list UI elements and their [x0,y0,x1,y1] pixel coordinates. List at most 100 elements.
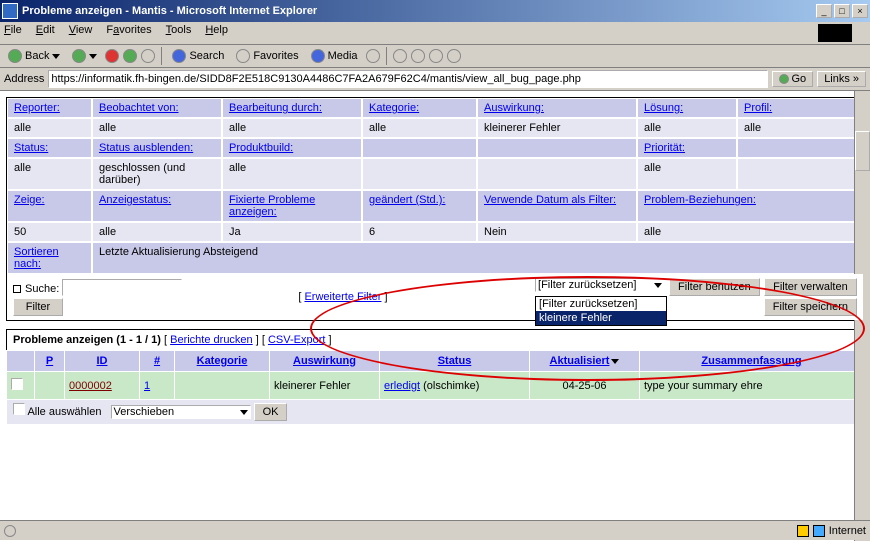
filter-zeige-label[interactable]: Zeige: [7,190,92,222]
filter-profil-label[interactable]: Profil: [737,98,863,118]
select-all-checkbox[interactable] [13,403,25,415]
address-input[interactable] [48,70,767,88]
links-button[interactable]: Links » [817,71,866,87]
filter-loesung-label[interactable]: Lösung: [637,98,737,118]
search-button[interactable]: Search [168,47,228,65]
address-label: Address [4,73,44,85]
col-auswirkung[interactable]: Auswirkung [270,351,380,372]
menu-file[interactable]: File [4,24,22,42]
refresh-icon[interactable] [123,49,137,63]
filter-sortieren-label[interactable]: Sortieren nach: [7,242,92,274]
go-button[interactable]: Go [772,71,814,87]
filter-produktbuild-label[interactable]: Produktbuild: [222,138,362,158]
menu-help[interactable]: Help [205,24,228,42]
maximize-button[interactable]: □ [834,4,850,18]
history-icon[interactable] [366,49,380,63]
row-p [35,372,65,400]
filter-reporter-label[interactable]: Reporter: [7,98,92,118]
menu-bar: File Edit View Favorites Tools Help [0,22,870,45]
row-auswirkung: kleinerer Fehler [270,372,380,400]
filter-beziehung-value: alle [637,222,863,242]
col-status[interactable]: Status [380,351,530,372]
toolbar: Back Search Favorites Media [0,45,870,68]
csv-export-link[interactable]: CSV-Export [268,334,325,346]
dropdown-option-kleinere[interactable]: kleinere Fehler [536,311,666,325]
window-titlebar: Probleme anzeigen - Mantis - Microsoft I… [0,0,870,22]
status-bar: Internet [0,520,870,540]
filter-anzeigestatus-label[interactable]: Anzeigestatus: [92,190,222,222]
filter-verwalten-button[interactable]: Filter verwalten [764,278,857,296]
filter-ausblenden-label[interactable]: Status ausblenden: [92,138,222,158]
erweiterte-filter-link[interactable]: Erweiterte Filter [304,291,381,303]
filter-preset-select[interactable]: [Filter zurücksetzen] [535,278,665,292]
col-checkbox [7,351,35,372]
filter-button[interactable]: Filter [13,298,63,316]
home-icon[interactable] [141,49,155,63]
filter-prioritaet-value: alle [637,158,737,190]
filter-empty [737,158,863,190]
separator [386,47,387,65]
minimize-button[interactable]: _ [816,4,832,18]
filter-status-label[interactable]: Status: [7,138,92,158]
col-num[interactable]: # [140,351,175,372]
col-zusammenfassung[interactable]: Zusammenfassung [640,351,864,372]
filter-kategorie-label[interactable]: Kategorie: [362,98,477,118]
filter-datumfilter-value: Nein [477,222,637,242]
filter-preset-dropdown: [Filter zurücksetzen] kleinere Fehler [535,296,667,326]
col-p[interactable]: P [35,351,65,372]
filter-beobachtet-label[interactable]: Beobachtet von: [92,98,222,118]
row-checkbox[interactable] [11,378,23,390]
col-id[interactable]: ID [65,351,140,372]
menu-favorites[interactable]: Favorites [106,24,151,42]
filter-empty [362,158,477,190]
collapse-icon[interactable] [13,285,21,293]
separator [161,47,162,65]
menu-view[interactable]: View [69,24,93,42]
search-row: Suche: Filter [ Erweiterte Filter ] [Fil… [7,274,863,320]
close-button[interactable]: × [852,4,868,18]
go-icon [779,74,789,84]
menu-tools[interactable]: Tools [166,24,192,42]
chevron-down-icon [89,54,97,59]
filter-fixierte-label[interactable]: Fixierte Probleme anzeigen: [222,190,362,222]
back-button[interactable]: Back [4,47,64,65]
filter-geaendert-label[interactable]: geändert (Std.): [362,190,477,222]
col-aktualisiert[interactable]: Aktualisiert [530,351,640,372]
discuss-icon[interactable] [447,49,461,63]
edit-icon[interactable] [429,49,443,63]
menu-edit[interactable]: Edit [36,24,55,42]
filter-status-value: alle [7,158,92,190]
filter-bearbeitung-label[interactable]: Bearbeitung durch: [222,98,362,118]
filter-datumfilter-label[interactable]: Verwende Datum als Filter: [477,190,637,222]
col-kategorie[interactable]: Kategorie [175,351,270,372]
bug-table: P ID # Kategorie Auswirkung Status Aktua… [6,350,864,425]
print-icon[interactable] [411,49,425,63]
select-all-label: Alle auswählen [27,406,101,418]
dropdown-option-reset[interactable]: [Filter zurücksetzen] [536,297,666,311]
filter-benutzen-button[interactable]: Filter benutzen [669,278,760,296]
berichte-link[interactable]: Berichte drucken [170,334,253,346]
action-select[interactable]: Verschieben [111,405,251,419]
status-zone: Internet [797,525,866,537]
status-zone-text: Internet [829,525,866,537]
filter-auswirkung-value: kleinerer Fehler [477,118,637,138]
row-aktualisiert: 04-25-06 [530,372,640,400]
row-id[interactable]: 0000002 [65,372,140,400]
filter-speichern-button[interactable]: Filter speichern [764,298,857,316]
filter-beziehung-label[interactable]: Problem-Beziehungen: [637,190,863,222]
filter-prioritaet-label[interactable]: Priorität: [637,138,737,158]
media-button[interactable]: Media [307,47,362,65]
filter-auswirkung-label[interactable]: Auswirkung: [477,98,637,118]
chevron-down-icon [654,283,662,288]
favorites-button[interactable]: Favorites [232,47,302,65]
filter-sortieren-value: Letzte Aktualisierung Absteigend [92,242,863,274]
row-num[interactable]: 1 [140,372,175,400]
address-bar: Address Go Links » [0,68,870,91]
search-icon [172,49,186,63]
stop-icon[interactable] [105,49,119,63]
list-header: Probleme anzeigen (1 - 1 / 1) [ Berichte… [6,329,864,350]
search-input[interactable] [62,279,182,296]
forward-button[interactable] [68,47,101,65]
ok-button[interactable]: OK [254,403,288,421]
mail-icon[interactable] [393,49,407,63]
